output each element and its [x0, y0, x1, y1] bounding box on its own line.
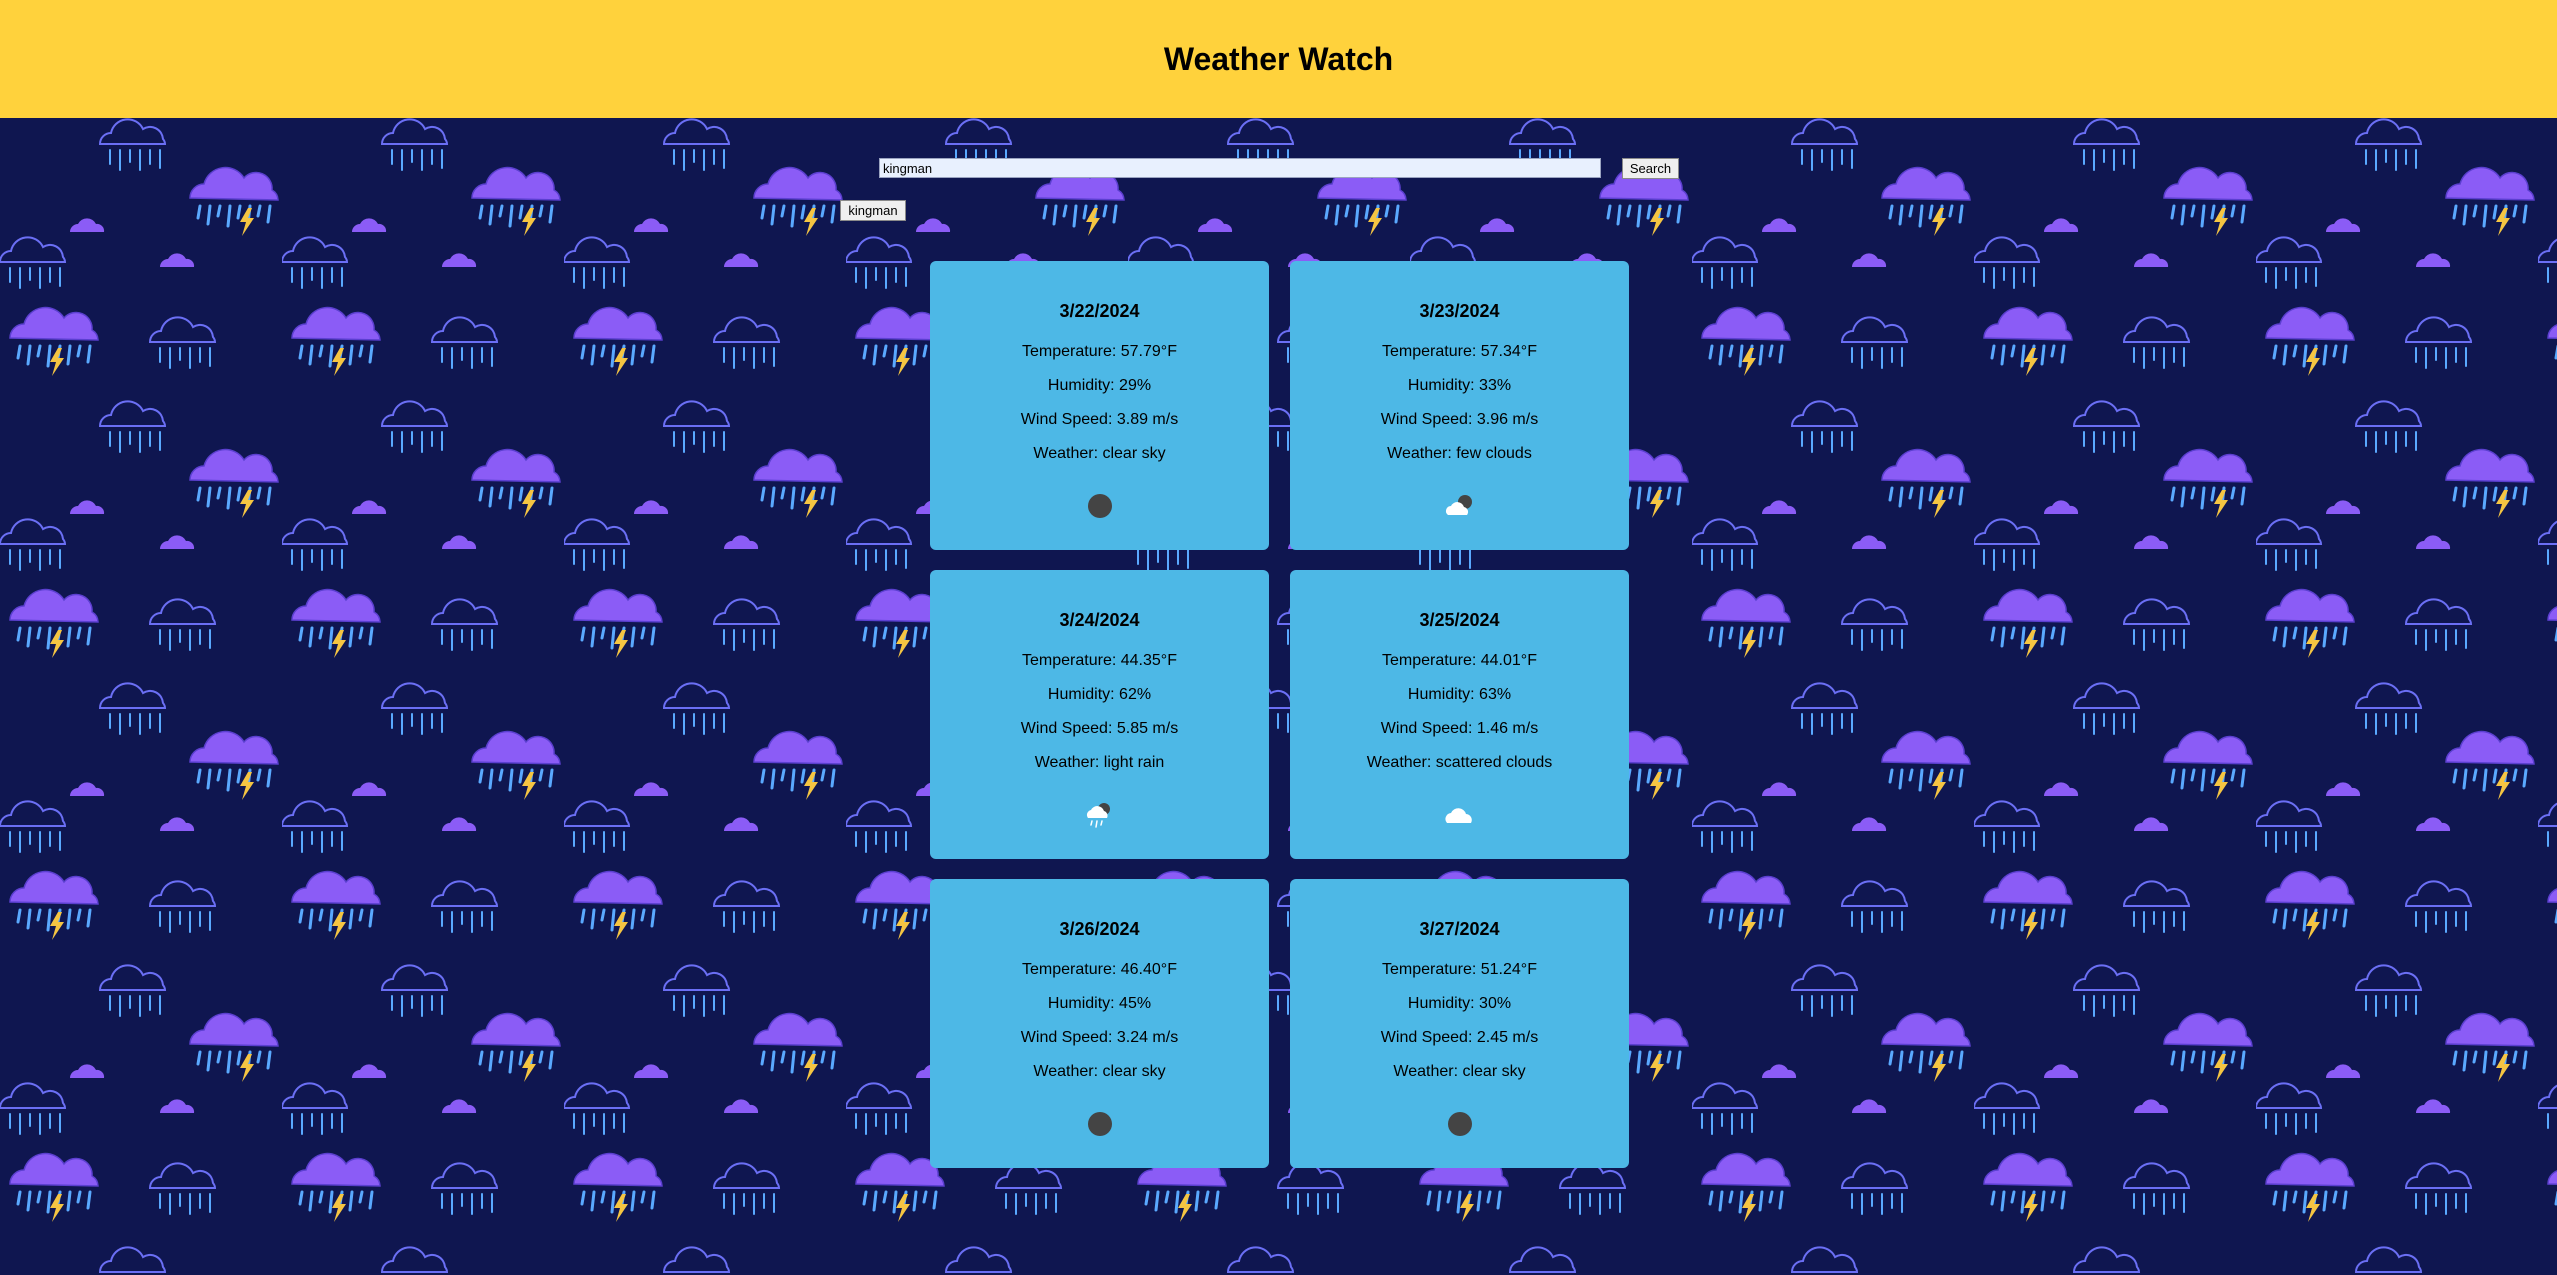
humidity-label: Humidity: — [1407, 686, 1480, 703]
temperature-label: Temperature: — [1022, 652, 1121, 669]
temperature-value: 57.34°F — [1480, 343, 1537, 360]
humidity-value: 30% — [1479, 995, 1512, 1012]
wind-value: 3.96 m/s — [1476, 411, 1539, 428]
forecast-date: 3/26/2024 — [1059, 919, 1140, 939]
forecast-date: 3/23/2024 — [1419, 301, 1500, 321]
weather-label: Weather: — [1393, 1063, 1463, 1080]
weather-description: clear sky — [1462, 1063, 1526, 1080]
scattered-clouds-icon — [1440, 795, 1480, 835]
humidity-label: Humidity: — [1047, 686, 1120, 703]
forecast-card: 3/23/2024 Temperature: 57.34°F Humidity:… — [1290, 261, 1629, 550]
humidity-value: 63% — [1479, 686, 1512, 703]
temperature-line: Temperature: 44.35°F — [930, 651, 1269, 671]
wind-label: Wind Speed: — [1380, 720, 1477, 737]
city-search-input[interactable] — [879, 158, 1601, 178]
temperature-line: Temperature: 51.24°F — [1290, 960, 1629, 980]
temperature-label: Temperature: — [1382, 343, 1481, 360]
forecast-card: 3/26/2024 Temperature: 46.40°F Humidity:… — [930, 879, 1269, 1168]
temperature-line: Temperature: 57.34°F — [1290, 342, 1629, 362]
humidity-label: Humidity: — [1047, 995, 1120, 1012]
humidity-label: Humidity: — [1407, 995, 1480, 1012]
clear-sky-icon — [1080, 1104, 1120, 1144]
weather-description: light rain — [1103, 754, 1165, 771]
humidity-value: 45% — [1119, 995, 1152, 1012]
wind-line: Wind Speed: 3.24 m/s — [930, 1028, 1269, 1048]
forecast-card: 3/22/2024 Temperature: 57.79°F Humidity:… — [930, 261, 1269, 550]
weather-description: clear sky — [1102, 1063, 1166, 1080]
few-clouds-icon — [1440, 486, 1480, 526]
search-button[interactable]: Search — [1622, 158, 1679, 179]
humidity-line: Humidity: 30% — [1290, 994, 1629, 1014]
app-header: Weather Watch — [0, 0, 2557, 118]
humidity-line: Humidity: 29% — [930, 376, 1269, 396]
weather-line: Weather: clear sky — [930, 444, 1269, 464]
weather-description: few clouds — [1456, 445, 1532, 462]
weather-description: scattered clouds — [1435, 754, 1553, 771]
temperature-value: 51.24°F — [1480, 961, 1537, 978]
weather-label: Weather: — [1033, 1063, 1103, 1080]
humidity-label: Humidity: — [1407, 377, 1480, 394]
light-rain-icon — [1080, 795, 1120, 835]
temperature-value: 46.40°F — [1120, 961, 1177, 978]
humidity-label: Humidity: — [1047, 377, 1120, 394]
wind-label: Wind Speed: — [1020, 720, 1117, 737]
humidity-value: 33% — [1479, 377, 1512, 394]
temperature-label: Temperature: — [1022, 961, 1121, 978]
clear-sky-icon — [1080, 486, 1120, 526]
weather-label: Weather: — [1366, 754, 1436, 771]
weather-line: Weather: clear sky — [930, 1062, 1269, 1082]
humidity-value: 62% — [1119, 686, 1152, 703]
forecast-card: 3/24/2024 Temperature: 44.35°F Humidity:… — [930, 570, 1269, 859]
wind-value: 2.45 m/s — [1476, 1029, 1539, 1046]
temperature-value: 44.01°F — [1480, 652, 1537, 669]
clear-sky-icon — [1440, 1104, 1480, 1144]
app-title: Weather Watch — [1163, 40, 1394, 77]
weather-line: Weather: light rain — [930, 753, 1269, 773]
wind-line: Wind Speed: 2.45 m/s — [1290, 1028, 1629, 1048]
temperature-line: Temperature: 46.40°F — [930, 960, 1269, 980]
wind-label: Wind Speed: — [1380, 411, 1477, 428]
temperature-line: Temperature: 44.01°F — [1290, 651, 1629, 671]
weather-line: Weather: clear sky — [1290, 1062, 1629, 1082]
wind-value: 5.85 m/s — [1116, 720, 1179, 737]
weather-label: Weather: — [1034, 754, 1104, 771]
wind-label: Wind Speed: — [1380, 1029, 1477, 1046]
wind-label: Wind Speed: — [1020, 411, 1117, 428]
search-history-item[interactable]: kingman — [840, 200, 906, 221]
temperature-value: 57.79°F — [1120, 343, 1177, 360]
wind-value: 1.46 m/s — [1476, 720, 1539, 737]
weather-line: Weather: scattered clouds — [1290, 753, 1629, 773]
wind-line: Wind Speed: 1.46 m/s — [1290, 719, 1629, 739]
weather-line: Weather: few clouds — [1290, 444, 1629, 464]
temperature-label: Temperature: — [1382, 961, 1481, 978]
forecast-date: 3/25/2024 — [1419, 610, 1500, 630]
temperature-value: 44.35°F — [1120, 652, 1177, 669]
weather-label: Weather: — [1387, 445, 1457, 462]
forecast-card: 3/27/2024 Temperature: 51.24°F Humidity:… — [1290, 879, 1629, 1168]
humidity-line: Humidity: 33% — [1290, 376, 1629, 396]
wind-value: 3.24 m/s — [1116, 1029, 1179, 1046]
forecast-date: 3/22/2024 — [1059, 301, 1140, 321]
wind-line: Wind Speed: 3.96 m/s — [1290, 410, 1629, 430]
humidity-line: Humidity: 62% — [930, 685, 1269, 705]
temperature-line: Temperature: 57.79°F — [930, 342, 1269, 362]
wind-line: Wind Speed: 5.85 m/s — [930, 719, 1269, 739]
forecast-card: 3/25/2024 Temperature: 44.01°F Humidity:… — [1290, 570, 1629, 859]
temperature-label: Temperature: — [1382, 652, 1481, 669]
humidity-line: Humidity: 45% — [930, 994, 1269, 1014]
wind-value: 3.89 m/s — [1116, 411, 1179, 428]
humidity-line: Humidity: 63% — [1290, 685, 1629, 705]
forecast-date: 3/27/2024 — [1419, 919, 1500, 939]
forecast-grid: 3/22/2024 Temperature: 57.79°F Humidity:… — [930, 261, 1630, 1168]
forecast-date: 3/24/2024 — [1059, 610, 1140, 630]
weather-description: clear sky — [1102, 445, 1166, 462]
temperature-label: Temperature: — [1022, 343, 1121, 360]
humidity-value: 29% — [1119, 377, 1152, 394]
wind-label: Wind Speed: — [1020, 1029, 1117, 1046]
weather-label: Weather: — [1033, 445, 1103, 462]
wind-line: Wind Speed: 3.89 m/s — [930, 410, 1269, 430]
